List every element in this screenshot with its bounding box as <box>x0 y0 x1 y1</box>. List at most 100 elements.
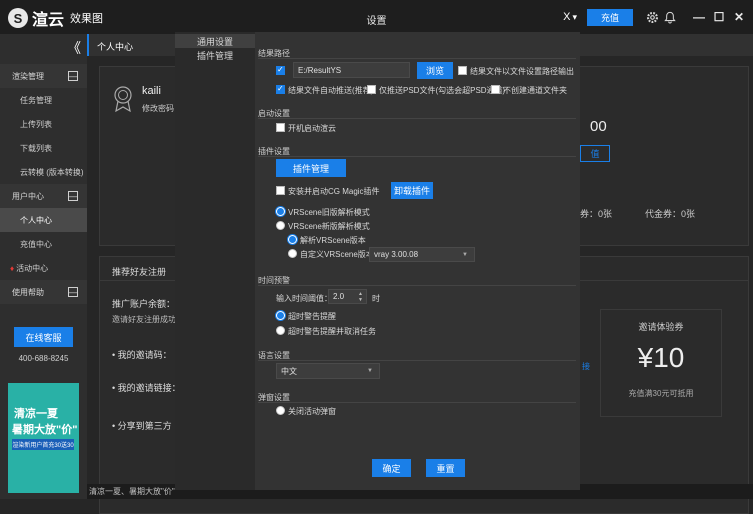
username: kaili <box>142 85 161 97</box>
language-select[interactable]: 中文 ▼ <box>276 363 380 379</box>
sidebar-group-label: 用户中心 <box>12 191 44 201</box>
settings-body: 结果路径 E:/ResultYS 浏览 结果文件以文件设置路径输出 结果文件自动… <box>255 32 580 490</box>
chevron-down-icon: ▼ <box>462 251 468 258</box>
parse-version-radio[interactable] <box>288 235 297 244</box>
voucher-count: 代金券：0张 <box>645 209 696 219</box>
online-service-button[interactable]: 在线客服 <box>14 327 73 347</box>
service-phone: 400-688-8245 <box>18 354 69 363</box>
vr-old-label: VRScene旧版解析模式 <box>288 208 370 217</box>
timeout-unit: 时 <box>372 294 380 303</box>
vr-old-radio[interactable] <box>276 207 285 216</box>
trial-amount: ¥10 <box>637 342 685 373</box>
timeout-warn-radio[interactable] <box>276 311 285 320</box>
only-psd-checkbox[interactable] <box>367 85 376 94</box>
timeout-warn-stop-radio[interactable] <box>276 326 285 335</box>
collapse-sidebar-button[interactable]: 《 <box>66 40 82 56</box>
timeout-warn-stop-label: 超时警告提醒并取消任务 <box>288 327 376 336</box>
invite-code: • 我的邀请码： <box>112 350 172 360</box>
sidebar-group-label: 渲染管理 <box>12 71 44 81</box>
parse-version-label: 解析VRScene版本 <box>300 236 366 245</box>
sidebar-item-tasks[interactable]: 任务管理 <box>0 88 87 112</box>
custom-version-radio[interactable] <box>288 249 297 258</box>
auto-start-label: 开机启动渲云 <box>288 124 336 133</box>
sidebar-group-user[interactable]: 用户中心 — <box>0 184 87 208</box>
chevron-down-icon: ▼ <box>367 368 373 374</box>
sidebar-group-label: 使用帮助 <box>12 287 44 297</box>
invite-desc: 邀请好友注册成功后 <box>112 315 184 324</box>
tab-plugins[interactable]: 插件管理 <box>175 48 255 62</box>
invite-balance-label: 推广账户余额： <box>112 299 176 309</box>
timeout-threshold-input[interactable]: 2.0 ▲ ▼ <box>328 289 367 304</box>
dialog-close-button[interactable]: X <box>563 11 570 23</box>
sidebar-item-activity[interactable]: ♦ 活动中心 <box>0 256 87 280</box>
invite-share: • 分享到第三方 <box>112 421 172 431</box>
auto-download-checkbox[interactable] <box>276 84 285 94</box>
sidebar-item-uploads[interactable]: 上传列表 <box>0 112 87 136</box>
copy-link[interactable]: 接 <box>582 361 590 372</box>
collapse-toggle-icon[interactable]: — <box>68 71 78 81</box>
save-by-task-label: 结果文件以文件设置路径输出 <box>470 67 574 76</box>
invite-link: • 我的邀请链接： <box>112 383 181 393</box>
auto-download-label: 结果文件自动推送(推荐) <box>288 86 374 95</box>
maximize-button[interactable]: ☐ <box>711 9 727 25</box>
balance-amount: 00 <box>590 118 607 135</box>
gear-icon[interactable] <box>645 10 659 24</box>
close-popup-label: 关闭活动弹窗 <box>288 407 336 416</box>
auto-start-checkbox[interactable] <box>276 123 285 132</box>
no-channel-checkbox[interactable] <box>491 85 500 94</box>
vr-new-label: VRScene新版解析模式 <box>288 222 370 231</box>
invite-title: 推荐好友注册 <box>112 267 167 277</box>
stepper-arrows-icon[interactable]: ▲ ▼ <box>358 291 363 303</box>
collapse-toggle-icon[interactable]: — <box>68 191 78 201</box>
save-by-task-checkbox[interactable] <box>458 66 467 75</box>
bell-icon[interactable] <box>663 10 677 24</box>
title-bar: S 渲云 效果图 设置 X ▾ 充值 — ☐ ✕ <box>0 0 753 34</box>
timeout-warn-label: 超时警告提醒 <box>288 312 336 321</box>
banner-line3: 渲染新用户首充30送30 <box>12 439 74 450</box>
vr-new-radio[interactable] <box>276 221 285 230</box>
only-psd-label: 仅推送PSD文件(勾选会超PSD通道) <box>379 86 506 95</box>
change-password-link[interactable]: 修改密码 <box>142 103 174 114</box>
browse-button[interactable]: 浏览 <box>417 62 453 79</box>
no-channel-label: 不创建通道文件夹 <box>503 86 567 95</box>
trial-note: 充值满30元可抵用 <box>628 389 694 398</box>
settings-dialog: 通用设置 插件管理 结果路径 E:/ResultYS 浏览 结果文件以文件设置路… <box>175 32 580 490</box>
language-value: 中文 <box>281 366 297 376</box>
install-cg-checkbox[interactable] <box>276 186 285 195</box>
timeout-threshold-value: 2.0 <box>333 292 345 301</box>
install-cg-label: 安装并启动CG Magic插件 <box>288 187 380 196</box>
sidebar-group-render[interactable]: 渲染管理 — <box>0 64 87 88</box>
plugin-manage-button[interactable]: 插件管理 <box>276 159 346 177</box>
tab-general[interactable]: 通用设置 <box>175 34 255 48</box>
banner-line1: 清凉一夏 <box>14 408 58 420</box>
timeout-threshold-label: 输入时间阈值： <box>276 294 332 303</box>
banner-line2: 暑期大放"价" <box>12 424 78 436</box>
vray-version-select[interactable]: vray 3.00.08 ▼ <box>369 247 475 262</box>
topup-button[interactable]: 充值 <box>587 8 633 26</box>
output-path-input[interactable]: E:/ResultYS <box>293 62 410 78</box>
minimize-button[interactable]: — <box>691 9 707 25</box>
ok-button[interactable]: 确定 <box>372 459 411 477</box>
custom-version-label: 自定义VRScene版本 <box>300 250 374 259</box>
reset-button[interactable]: 重置 <box>426 459 465 477</box>
page-title: 个人中心 <box>97 42 134 52</box>
user-dropdown-icon[interactable]: ▾ <box>572 12 577 23</box>
flame-icon: ♦ <box>10 263 15 273</box>
sidebar-item-profile[interactable]: 个人中心 <box>0 208 87 232</box>
recharge-button[interactable]: 值 <box>580 145 610 162</box>
sidebar-item-topup[interactable]: 充值中心 <box>0 232 87 256</box>
sidebar-item-downloads[interactable]: 下载列表 <box>0 136 87 160</box>
uninstall-plugin-button[interactable]: 卸载插件 <box>391 182 433 199</box>
collapse-toggle-icon[interactable]: — <box>68 287 78 297</box>
output-path-checkbox[interactable] <box>276 65 285 75</box>
sidebar-item-label: 活动中心 <box>16 263 49 273</box>
close-button[interactable]: ✕ <box>731 9 747 25</box>
medal-icon <box>112 85 134 113</box>
sidebar-group-help[interactable]: 使用帮助 — <box>0 280 87 304</box>
settings-nav: 通用设置 插件管理 <box>175 32 255 490</box>
promo-banner[interactable]: 清凉一夏 暑期大放"价" 渲染新用户首充30送30 <box>8 383 79 493</box>
close-popup-radio[interactable] <box>276 406 285 415</box>
trial-coupon: 邀请体验券 ¥10 充值满30元可抵用 <box>600 309 722 417</box>
trial-title: 邀请体验券 <box>638 322 684 332</box>
sidebar-item-convert[interactable]: 云转模 (版本转换) <box>0 160 87 184</box>
